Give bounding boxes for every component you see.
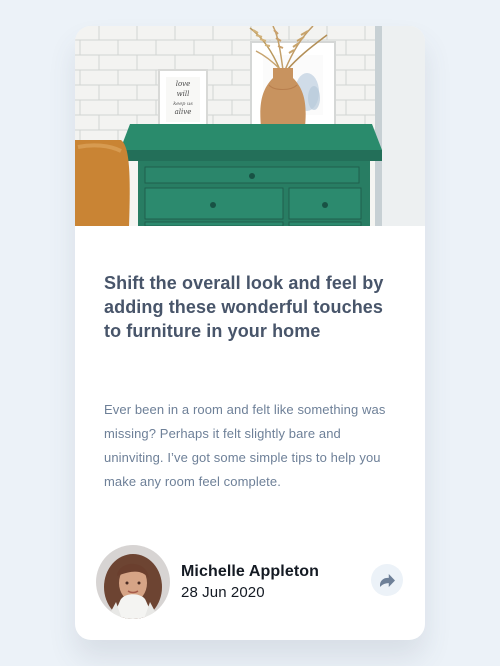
article-preview-card: love will keep us alive Shift the overal… xyxy=(75,26,425,640)
author-name: Michelle Appleton xyxy=(181,563,320,580)
mustard-chair xyxy=(75,140,130,226)
author-footer: Michelle Appleton 28 Jun 2020 xyxy=(96,545,406,619)
svg-text:alive: alive xyxy=(175,108,192,116)
green-chest-of-drawers xyxy=(120,124,382,226)
drawers-photo: love will keep us alive xyxy=(75,26,425,226)
avatar-photo xyxy=(96,545,170,619)
share-icon xyxy=(379,573,395,587)
author-info: Michelle Appleton 28 Jun 2020 xyxy=(181,562,351,604)
wall-edge-shadow xyxy=(375,26,382,226)
post-date: 28 Jun 2020 xyxy=(181,584,265,601)
author-avatar xyxy=(96,545,170,619)
svg-text:love: love xyxy=(176,80,191,88)
article-content: Shift the overall look and feel by addin… xyxy=(104,271,399,343)
svg-text:keep us: keep us xyxy=(173,101,193,107)
article-excerpt: Ever been in a room and felt like someth… xyxy=(104,402,386,489)
share-button[interactable] xyxy=(371,564,403,596)
svg-text:will: will xyxy=(177,90,190,98)
hero-image: love will keep us alive xyxy=(75,26,425,226)
article-headline: Shift the overall look and feel by addin… xyxy=(104,273,384,341)
right-wall xyxy=(375,26,425,226)
framed-print-left: love will keep us alive xyxy=(158,69,208,130)
